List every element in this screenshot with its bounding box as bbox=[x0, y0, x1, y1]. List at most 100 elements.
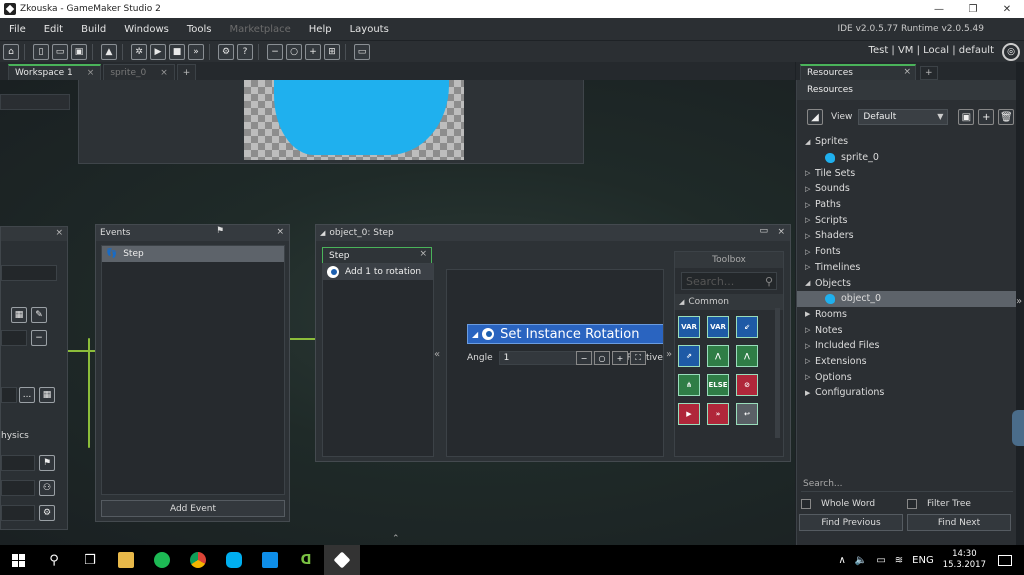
flag-icon[interactable]: ⚑ bbox=[216, 226, 224, 236]
menu-layouts[interactable]: Layouts bbox=[341, 24, 398, 35]
file-explorer-icon[interactable] bbox=[108, 545, 144, 575]
tree-item-paths[interactable]: ▷ Paths bbox=[797, 197, 1016, 213]
browse-button[interactable]: ... bbox=[19, 387, 35, 403]
tree-item-timelines[interactable]: ▷ Timelines bbox=[797, 260, 1016, 276]
delete-icon[interactable]: 🗑 bbox=[998, 109, 1015, 125]
tree-item-sprites[interactable]: ◢ Sprites bbox=[797, 134, 1016, 150]
tree-item-options[interactable]: ▷ Options bbox=[797, 369, 1016, 385]
target-icon[interactable]: ◎ bbox=[1002, 43, 1020, 61]
close-icon[interactable]: × bbox=[276, 227, 284, 237]
language-indicator[interactable]: ENG bbox=[912, 555, 934, 566]
home-icon[interactable]: ⌂ bbox=[3, 43, 19, 60]
debug-icon[interactable]: ✲ bbox=[131, 43, 147, 60]
else-icon[interactable]: ELSE bbox=[707, 374, 729, 396]
tree-item-sounds[interactable]: ▷ Sounds bbox=[797, 181, 1016, 197]
tree-item-scripts[interactable]: ▷ Scripts bbox=[797, 212, 1016, 228]
save-project-icon[interactable]: ▣ bbox=[71, 43, 87, 60]
set-instance-rotation-node[interactable]: ◢ Set Instance Rotation bbox=[467, 324, 663, 344]
close-icon[interactable]: × bbox=[160, 68, 168, 78]
find-previous-button[interactable]: Find Previous bbox=[799, 514, 903, 531]
tree-item-extensions[interactable]: ▷ Extensions bbox=[797, 354, 1016, 370]
brush-icon[interactable]: ✎ bbox=[31, 307, 47, 323]
minimize-button[interactable]: — bbox=[922, 0, 956, 18]
name-field[interactable] bbox=[1, 265, 57, 281]
if-expression-icon[interactable]: ⋀ bbox=[707, 345, 729, 367]
expand-output-icon[interactable]: ⌃ bbox=[392, 534, 400, 544]
assign-var-icon[interactable]: VAR bbox=[707, 316, 729, 338]
sprite-editor-window[interactable] bbox=[78, 80, 584, 164]
start-button[interactable] bbox=[0, 545, 36, 575]
tree-item-fonts[interactable]: ▷ Fonts bbox=[797, 244, 1016, 260]
if-variable-green-icon[interactable]: ⋀ bbox=[736, 345, 758, 367]
sprite-field[interactable] bbox=[1, 330, 27, 346]
wifi-icon[interactable]: ≋ bbox=[895, 555, 903, 566]
gamemaker-taskbar-icon[interactable] bbox=[324, 545, 360, 575]
collapse-left-icon[interactable]: « bbox=[434, 349, 440, 360]
collapse-right-icon[interactable]: » bbox=[666, 349, 672, 360]
spotify-icon[interactable] bbox=[144, 545, 180, 575]
close-icon[interactable]: × bbox=[903, 67, 911, 77]
tab-step[interactable]: Step × bbox=[322, 247, 432, 263]
zoom-in-icon[interactable]: + bbox=[305, 43, 321, 60]
fullscreen-icon[interactable]: ▭ bbox=[354, 43, 370, 60]
sprite-canvas[interactable] bbox=[244, 80, 464, 160]
zoom-reset-icon[interactable]: ○ bbox=[286, 43, 302, 60]
clean-icon[interactable]: » bbox=[188, 43, 204, 60]
close-window-button[interactable]: ✕ bbox=[990, 0, 1024, 18]
chrome-icon[interactable] bbox=[180, 545, 216, 575]
menu-tools[interactable]: Tools bbox=[178, 24, 221, 35]
run-icon[interactable]: ▶ bbox=[150, 43, 166, 60]
tree-item-included-files[interactable]: ▷ Included Files bbox=[797, 338, 1016, 354]
workspace-canvas[interactable]: × ▦ ✎ − ... ▦ hysics ⚑ ⚇ ⚙ Events ⚑ × 👣 … bbox=[0, 80, 795, 545]
tree-item-configurations[interactable]: ▶ Configurations bbox=[797, 385, 1016, 401]
zoom-in-icon[interactable]: + bbox=[612, 351, 628, 365]
return-icon[interactable]: ↩ bbox=[736, 403, 758, 425]
stop-icon[interactable]: ■ bbox=[169, 43, 185, 60]
find-next-button[interactable]: Find Next bbox=[907, 514, 1011, 531]
repeat-icon[interactable]: ⋔ bbox=[678, 374, 700, 396]
edit-sprite-icon[interactable]: ▦ bbox=[11, 307, 27, 323]
maximize-icon[interactable]: ▭ bbox=[759, 226, 768, 236]
mask-field[interactable] bbox=[1, 387, 17, 403]
close-icon[interactable]: × bbox=[419, 249, 427, 259]
tab-workspace-1[interactable]: Workspace 1 × bbox=[8, 64, 102, 80]
zoom-reset-icon[interactable]: ○ bbox=[594, 351, 610, 365]
tree-item-sprite-0[interactable]: sprite_0 bbox=[797, 150, 1016, 166]
menu-build[interactable]: Build bbox=[72, 24, 115, 35]
declare-temp-var-icon[interactable]: VAR bbox=[678, 316, 700, 338]
open-project-icon[interactable]: ▭ bbox=[52, 43, 68, 60]
new-view-icon[interactable]: ▣ bbox=[958, 109, 975, 125]
tree-item-notes[interactable]: ▷ Notes bbox=[797, 322, 1016, 338]
parent-icon[interactable]: ⚇ bbox=[39, 480, 55, 496]
app-icon[interactable]: ᗡ bbox=[288, 545, 324, 575]
volume-icon[interactable]: 🔈 bbox=[855, 555, 867, 566]
skype-icon[interactable] bbox=[216, 545, 252, 575]
if-variable-icon[interactable]: ⇙ bbox=[736, 316, 758, 338]
whole-word-checkbox[interactable]: Whole Word bbox=[801, 497, 907, 511]
zoom-out-icon[interactable]: − bbox=[576, 351, 592, 365]
menu-help[interactable]: Help bbox=[300, 24, 341, 35]
toolbox-search-input[interactable]: Search... ⚲ bbox=[681, 272, 777, 290]
side-notification-tab[interactable] bbox=[1012, 410, 1024, 446]
expand-panel-icon[interactable]: » bbox=[1016, 296, 1022, 307]
zoom-fit-icon[interactable]: ⛶ bbox=[630, 351, 646, 365]
maximize-button[interactable]: ❐ bbox=[956, 0, 990, 18]
event-item-step[interactable]: 👣 Step bbox=[102, 246, 284, 262]
new-project-icon[interactable]: ▯ bbox=[33, 43, 49, 60]
clock[interactable]: 14:30 15.3.2017 bbox=[943, 549, 986, 571]
menu-edit[interactable]: Edit bbox=[35, 24, 72, 35]
close-icon[interactable]: × bbox=[777, 227, 785, 237]
add-icon[interactable]: + bbox=[978, 109, 995, 125]
add-workspace-button[interactable]: + bbox=[176, 64, 197, 80]
tree-item-tile-sets[interactable]: ▷ Tile Sets bbox=[797, 165, 1016, 181]
tab-sprite-0[interactable]: sprite_0 × bbox=[103, 64, 175, 80]
filter-tree-checkbox[interactable]: Filter Tree bbox=[907, 497, 1013, 511]
remove-button[interactable]: − bbox=[31, 330, 47, 346]
add-panel-button[interactable]: + bbox=[920, 66, 938, 80]
tree-item-shaders[interactable]: ▷ Shaders bbox=[797, 228, 1016, 244]
toolbox-section-common[interactable]: ◢ Common bbox=[675, 294, 783, 310]
tab-resources[interactable]: Resources × bbox=[800, 64, 916, 80]
zoom-out-icon[interactable]: − bbox=[267, 43, 283, 60]
add-event-button[interactable]: Add Event bbox=[101, 500, 285, 517]
resource-search-input[interactable]: Search... bbox=[801, 476, 1013, 492]
